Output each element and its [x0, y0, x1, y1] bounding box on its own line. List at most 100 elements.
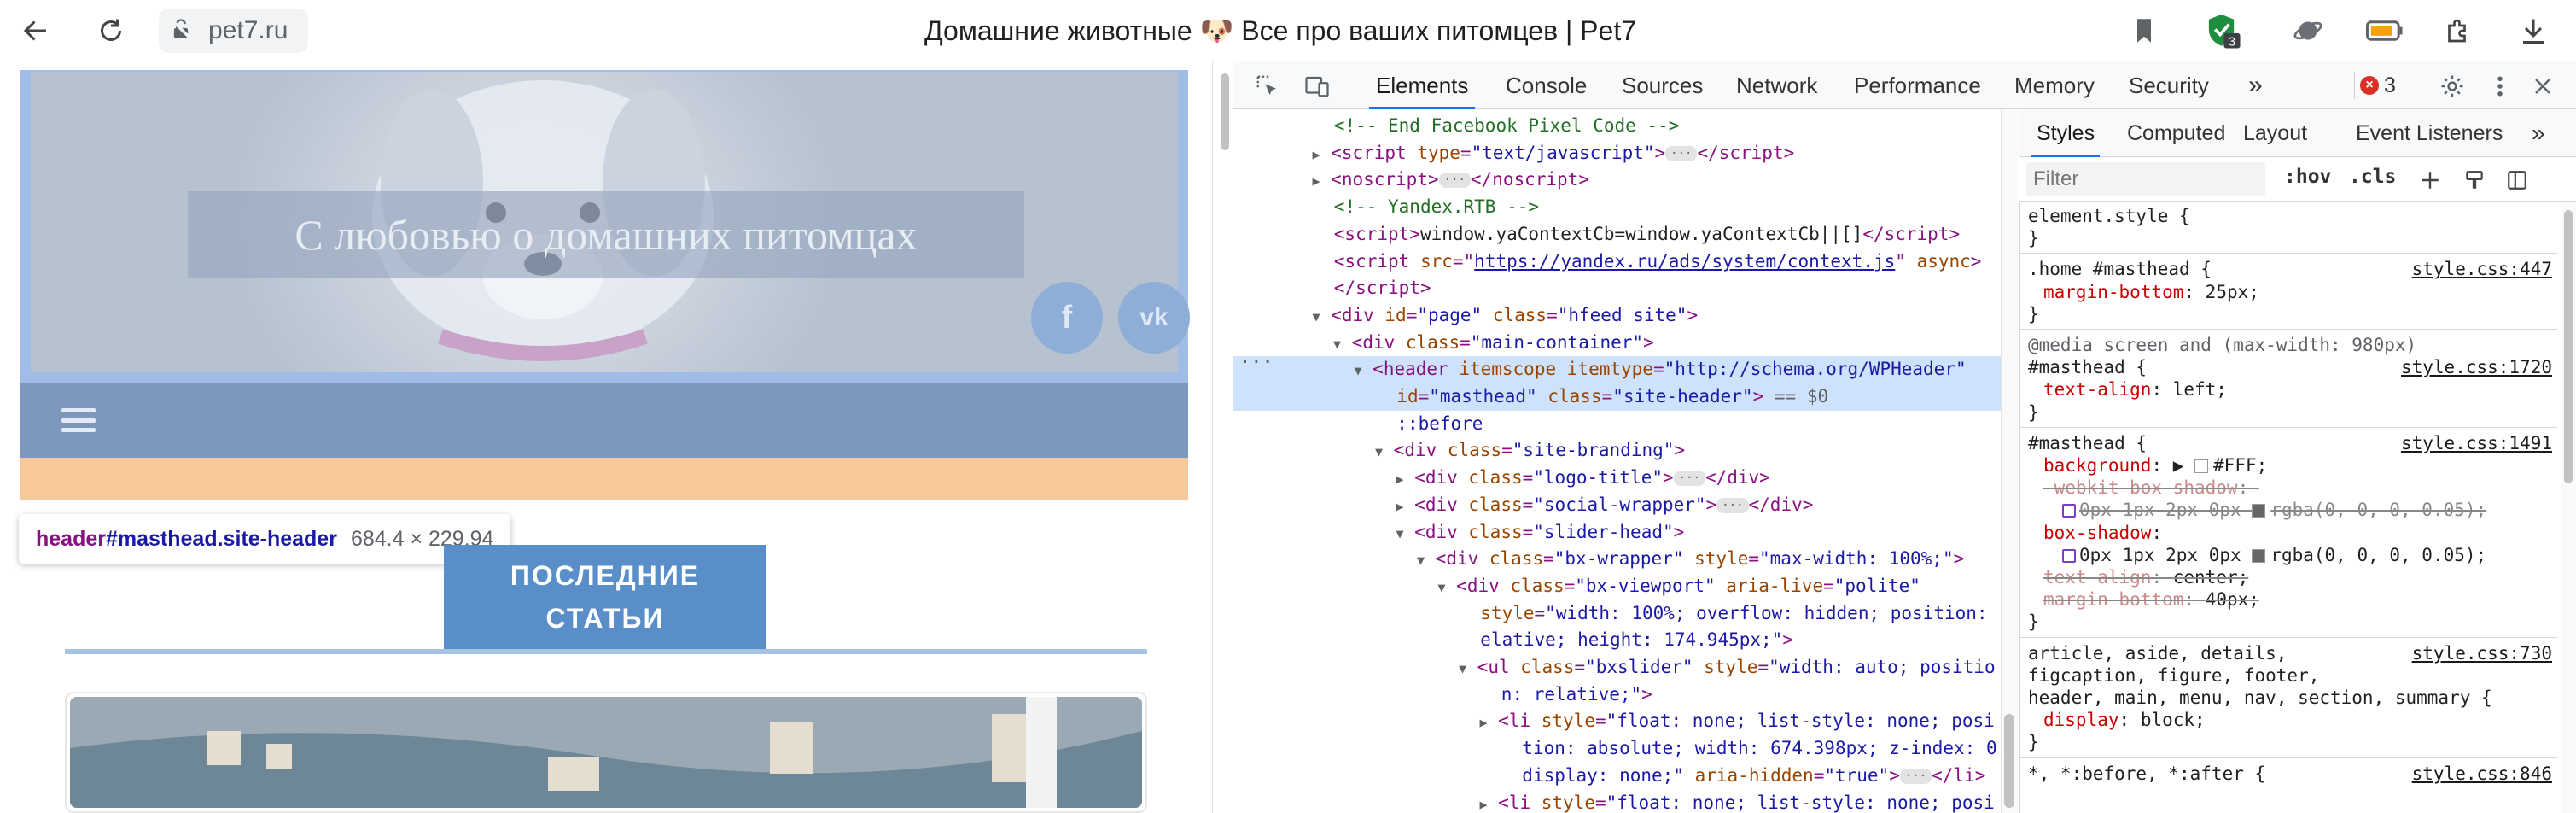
rule-source-link[interactable]: style.css:1720 [2401, 356, 2552, 378]
class-toggle-button[interactable]: .cls [2349, 166, 2396, 188]
settings-gear-icon[interactable] [2438, 72, 2467, 101]
download-icon[interactable] [2513, 10, 2554, 51]
lock-off-icon[interactable] [169, 17, 193, 45]
expand-arrow-icon[interactable]: ▼ [1333, 336, 1341, 352]
tab-event-listeners[interactable]: Event Listeners [2351, 109, 2508, 157]
dom-node-line[interactable]: style="width: 100%; overflow: hidden; po… [1233, 600, 2018, 628]
dom-node-line[interactable]: id="masthead" class="site-header"> == $0 [1233, 383, 2018, 411]
tab-layout[interactable]: Layout [2238, 109, 2312, 157]
dom-node-line[interactable]: ▶ <li style="float: none; list-style: no… [1233, 708, 2018, 735]
page-scrollbar[interactable] [1212, 61, 1233, 813]
rule-source-link[interactable]: style.css:846 [2412, 763, 2552, 785]
rule-selector[interactable]: *, *:before, *:after {style.css:846 [2028, 763, 2556, 785]
expand-arrow-icon[interactable]: ▶ [1396, 499, 1404, 514]
back-icon[interactable] [15, 10, 56, 51]
color-swatch[interactable] [2252, 504, 2266, 518]
dom-node-line[interactable]: </script> [1233, 275, 2018, 302]
expand-arrow-icon[interactable]: ▶ [1480, 797, 1488, 812]
error-counter[interactable]: × 3 [2354, 72, 2401, 99]
address-bar[interactable]: pet7.ru [159, 9, 309, 53]
tab-network[interactable]: Network [1729, 61, 1824, 109]
expand-arrow-icon[interactable]: ▶ [1313, 147, 1320, 162]
rule-source-link[interactable]: style.css:447 [2412, 258, 2552, 280]
tab-sources[interactable]: Sources [1615, 61, 1710, 109]
expand-arrow-icon[interactable]: ▼ [1459, 661, 1466, 676]
paint-brush-icon[interactable] [2460, 166, 2489, 195]
expand-arrow-icon[interactable]: ▼ [1396, 526, 1404, 541]
hover-state-button[interactable]: :hov [2284, 166, 2331, 188]
bookmark-icon[interactable] [2124, 10, 2165, 51]
shadow-editor-icon[interactable] [2062, 504, 2076, 518]
css-property[interactable]: text-align: center; [2028, 566, 2556, 588]
facebook-icon[interactable]: f [1031, 282, 1103, 354]
tab-security[interactable]: Security [2122, 61, 2216, 109]
styles-scrollbar-thumb[interactable] [2564, 210, 2573, 483]
rule-selector[interactable]: #masthead {style.css:1491 [2028, 432, 2556, 454]
more-panes-icon[interactable]: » [2526, 109, 2550, 157]
dom-node-line[interactable]: ▶ <noscript> ··· </noscript> [1233, 167, 2018, 194]
dom-node-line[interactable]: ▼ <div class="slider-head"> [1233, 519, 2018, 547]
expand-arrow-icon[interactable]: ▼ [1375, 444, 1383, 459]
shadow-editor-icon[interactable] [2062, 548, 2076, 563]
rule-text[interactable]: @media screen and (max-width: 980px) [2028, 334, 2556, 356]
dom-node-line[interactable]: ▼ <header itemscope itemtype="http://sch… [1233, 356, 2018, 383]
rule-text[interactable]: } [2028, 731, 2556, 753]
dom-node-line[interactable]: <script>window.yaContextCb=window.yaCont… [1233, 221, 2018, 249]
dom-node-line[interactable]: display: none;" aria-hidden="true"> ··· </… [1233, 763, 2018, 790]
css-property[interactable]: display: block; [2028, 709, 2556, 731]
expand-arrow-icon[interactable]: ▼ [1313, 309, 1320, 325]
dom-node-line[interactable]: ▼ <div class="main-container"> [1233, 330, 2018, 357]
expand-arrow-icon[interactable]: ▼ [1438, 580, 1446, 595]
rule-text[interactable]: } [2028, 401, 2556, 424]
toggle-sidebar-icon[interactable] [2503, 166, 2532, 195]
dom-node-line[interactable]: ▼ <div id="page" class="hfeed site"> [1233, 302, 2018, 330]
dom-node-line[interactable]: ▶ <div class="social-wrapper"> ··· </div> [1233, 492, 2018, 519]
color-swatch[interactable] [2194, 459, 2209, 473]
dom-node-line[interactable]: ▼ <div class="bx-viewport" aria-live="po… [1233, 573, 2018, 600]
rule-selector[interactable]: #masthead {style.css:1720 [2028, 356, 2556, 378]
dom-node-line[interactable]: <script src="https://yandex.ru/ads/syste… [1233, 249, 2018, 276]
dom-node-line[interactable]: ▼ <div class="bx-wrapper" style="max-wid… [1233, 546, 2018, 573]
dom-node-line[interactable]: ▶ <div class="logo-title"> ··· </div> [1233, 465, 2018, 492]
article-image[interactable] [70, 697, 1142, 808]
planet-extension-icon[interactable] [2288, 10, 2328, 51]
rule-text[interactable]: } [2028, 303, 2556, 325]
rule-source-link[interactable]: style.css:730 [2412, 642, 2552, 664]
rule-text[interactable]: } [2028, 611, 2556, 633]
rule-selector[interactable]: element.style { [2028, 205, 2556, 227]
css-property[interactable]: margin-bottom: 25px; [2028, 281, 2556, 303]
rule-text[interactable]: figcaption, figure, footer, [2028, 664, 2556, 687]
css-rules-list[interactable]: element.style {} .home #masthead {style.c… [2019, 202, 2557, 813]
css-value-continuation[interactable]: 0px 1px 2px 0px rgba(0, 0, 0, 0.05); [2028, 499, 2556, 521]
node-ellipsis-icon[interactable]: ··· [1239, 352, 1273, 373]
battery-icon[interactable] [2364, 10, 2405, 51]
rule-selector[interactable]: article, aside, details, style.css:730 [2028, 642, 2556, 664]
shield-extension-icon[interactable]: 3 [2202, 10, 2243, 51]
css-property[interactable]: box-shadow: [2028, 522, 2556, 544]
extensions-puzzle-icon[interactable] [2438, 10, 2479, 51]
expand-arrow-icon[interactable]: ▶ [1480, 715, 1488, 730]
url-text[interactable]: pet7.ru [208, 16, 288, 45]
rule-text[interactable]: } [2028, 227, 2556, 249]
dom-tree[interactable]: <!-- End Facebook Pixel Code --> ▶ <scrip… [1233, 109, 2018, 813]
page-scrollbar-thumb[interactable] [1221, 73, 1229, 150]
expand-arrow-icon[interactable]: ▼ [1417, 553, 1425, 568]
reload-icon[interactable] [90, 10, 131, 51]
color-swatch[interactable] [2252, 548, 2266, 563]
dom-node-line[interactable]: <!-- Yandex.RTB --> [1233, 194, 2018, 221]
css-property[interactable]: -webkit-box-shadow: [2028, 477, 2556, 499]
rule-selector[interactable]: .home #masthead {style.css:447 [2028, 258, 2556, 280]
css-property[interactable]: background: ▶ #FFF; [2028, 454, 2556, 477]
rule-text[interactable]: header, main, menu, nav, section, summar… [2028, 687, 2556, 709]
close-devtools-icon[interactable] [2528, 72, 2557, 101]
tab-memory[interactable]: Memory [2008, 61, 2101, 109]
tab-computed[interactable]: Computed [2122, 109, 2230, 157]
expand-arrow-icon[interactable]: ▶ [1396, 471, 1404, 487]
dom-tree-scrollbar-thumb[interactable] [2004, 714, 2014, 808]
dom-node-line[interactable]: <!-- End Facebook Pixel Code --> [1233, 113, 2018, 140]
article-card[interactable] [65, 692, 1147, 813]
vk-icon[interactable]: vk [1118, 282, 1190, 354]
hamburger-menu-icon[interactable] [61, 405, 96, 436]
dom-node-line[interactable]: ▶ <script type="text/javascript"> ··· </sc… [1233, 140, 2018, 167]
css-value-continuation[interactable]: 0px 1px 2px 0px rgba(0, 0, 0, 0.05); [2028, 544, 2556, 566]
